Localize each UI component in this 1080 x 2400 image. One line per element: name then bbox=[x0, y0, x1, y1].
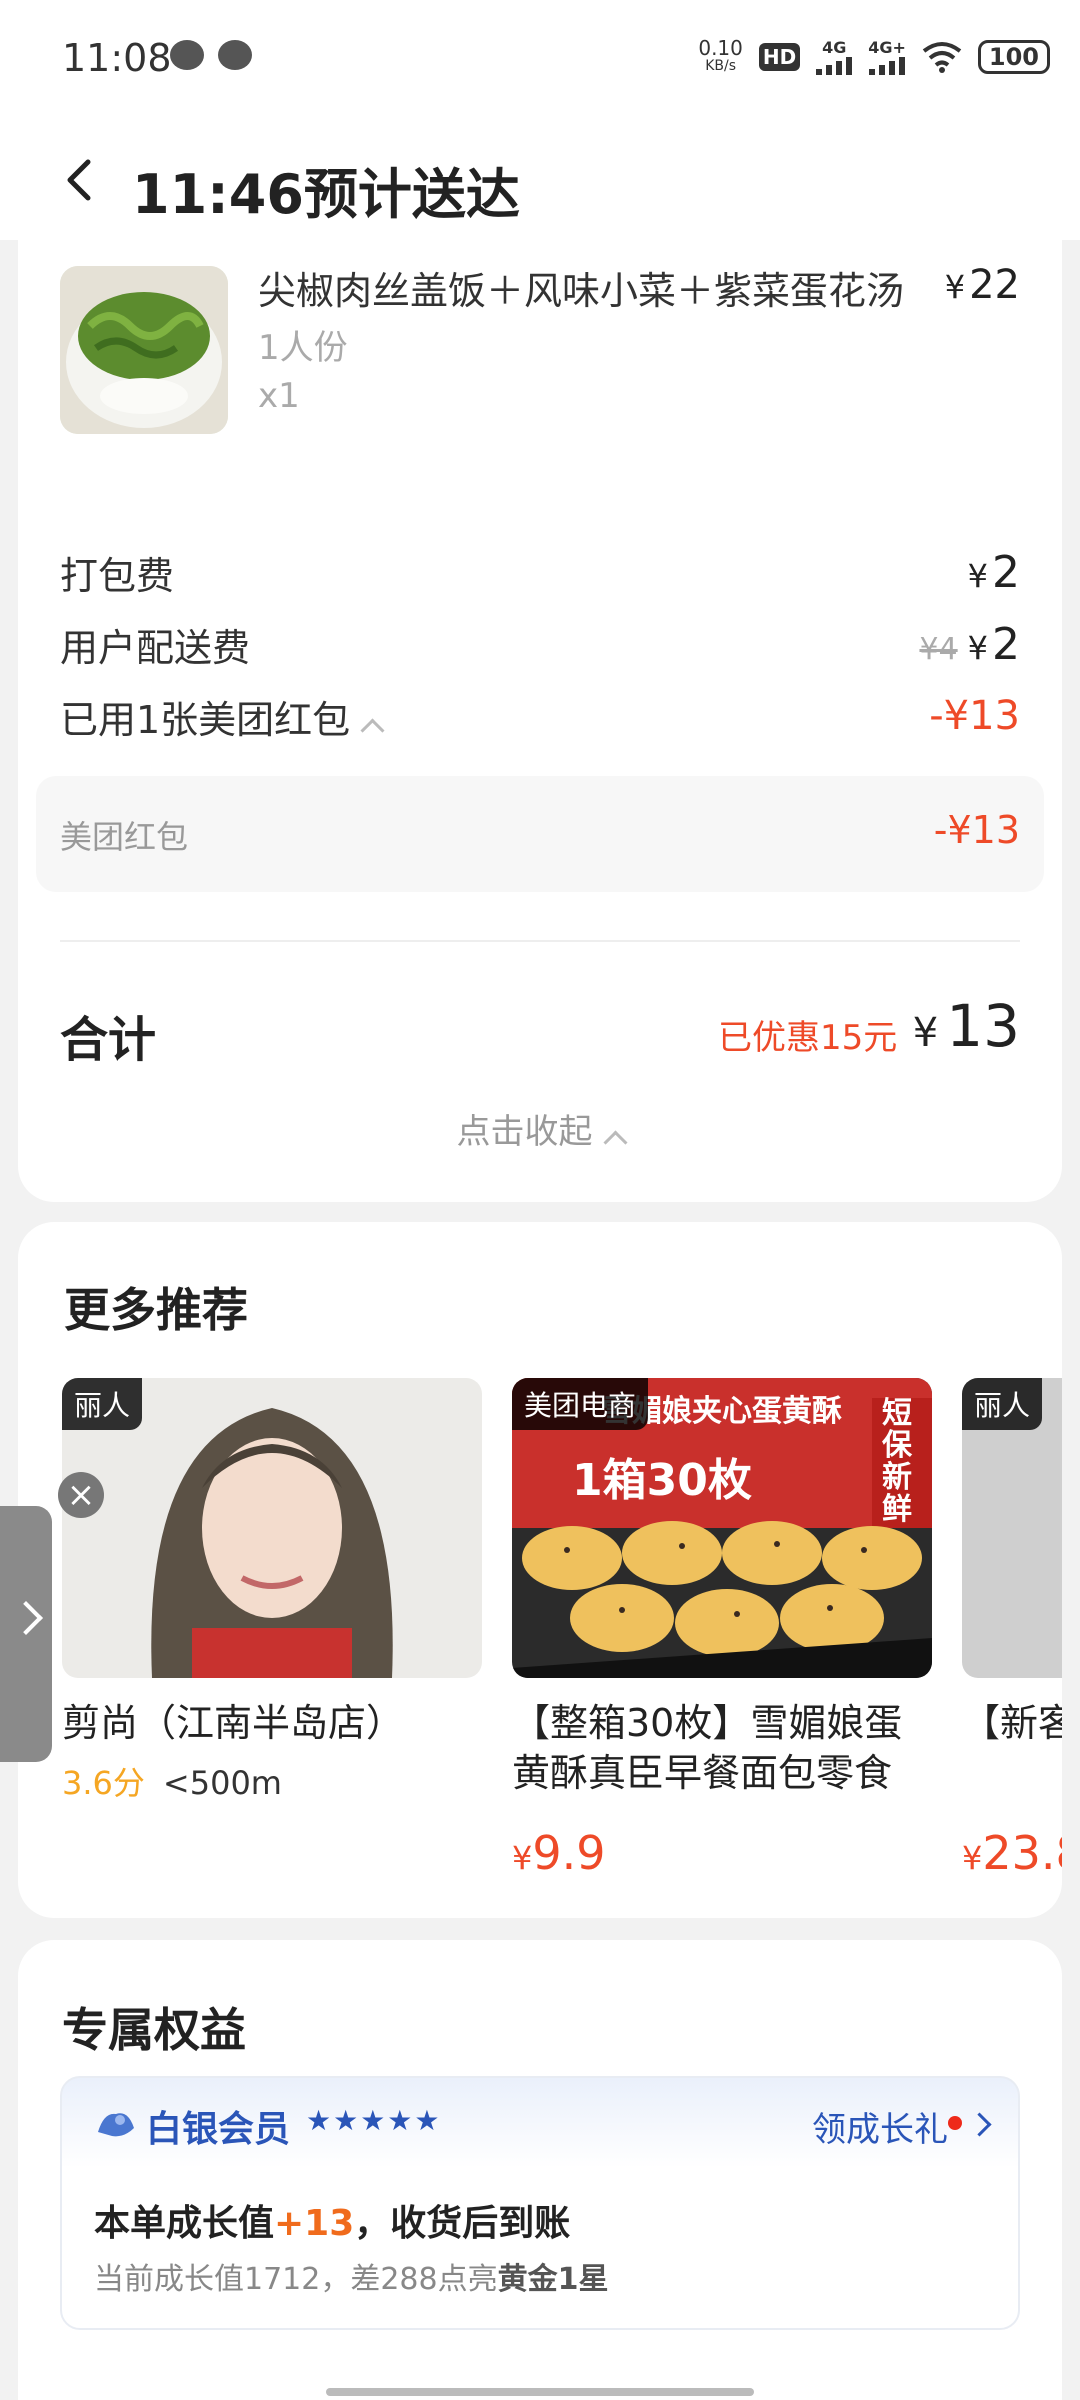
member-stars: ★★★★★ bbox=[306, 2104, 442, 2137]
back-arrow-icon bbox=[67, 159, 91, 201]
packing-fee-value: ¥2 bbox=[967, 546, 1020, 598]
dish-spec: 1人份 bbox=[258, 328, 348, 368]
banner-line2: 1箱30枚 bbox=[572, 1455, 752, 1506]
dish-quantity: x1 bbox=[258, 376, 300, 416]
signal-4g-plus-icon: 4G+ bbox=[868, 38, 906, 75]
growth-info: 本单成长值+13，收货后到账 bbox=[94, 2203, 571, 2244]
packing-fee-label: 打包费 bbox=[60, 553, 175, 598]
benefits-card: 专属权益 白银会员 ★★★★★ 领成长礼 本单成长值+13，收货后到账 当前成长… bbox=[18, 1940, 1062, 2400]
order-detail-card: 尖椒肉丝盖饭＋风味小菜＋紫菜蛋花汤 ¥22 1人份 x1 打包费 ¥2 用户配送… bbox=[18, 240, 1062, 1202]
shop-score: 3.6分 bbox=[62, 1764, 145, 1802]
dish-photo bbox=[60, 266, 228, 434]
recommend-title: 更多推荐 bbox=[64, 1283, 248, 1337]
chevron-up-icon bbox=[602, 1130, 628, 1155]
divider bbox=[60, 940, 1020, 942]
recommend-tag: 丽人 bbox=[62, 1378, 143, 1430]
chevron-right-icon bbox=[967, 2112, 992, 2137]
shop-distance: <500m bbox=[162, 1764, 282, 1802]
recommend-tag: 美团电商 bbox=[512, 1378, 649, 1430]
packing-fee-row: 打包费 ¥2 bbox=[60, 542, 1020, 602]
recommend-card: 更多推荐 丽人 剪尚（江南半岛店） 3.6分 <500m 雪媚娘夹心蛋黄酥 1箱… bbox=[18, 1222, 1062, 1918]
total-discount: 已优惠15元 bbox=[718, 1018, 898, 1058]
message-icon bbox=[218, 40, 252, 70]
recommend-item[interactable]: 雪媚娘夹心蛋黄酥 1箱30枚 短保新鲜 美团电商 【整箱30枚】雪媚娘蛋黄酥真臣… bbox=[512, 1378, 932, 1880]
side-drawer-tab[interactable] bbox=[0, 1506, 52, 1762]
page-header: 11:46预计送达 bbox=[0, 118, 1080, 240]
delivery-fee-label: 用户配送费 bbox=[60, 625, 251, 670]
status-time: 11:08 bbox=[62, 36, 172, 80]
member-box[interactable]: 白银会员 ★★★★★ 领成长礼 本单成长值+13，收货后到账 当前成长值1712… bbox=[60, 2076, 1020, 2330]
coupon-detail-box: 美团红包 -¥13 bbox=[36, 776, 1044, 892]
net-speed: 0.10 KB/s bbox=[698, 35, 743, 74]
growth-progress: 当前成长值1712，差288点亮黄金1星 bbox=[94, 2262, 609, 2297]
recommend-image: 雪媚娘夹心蛋黄酥 1箱30枚 短保新鲜 美团电商 bbox=[512, 1378, 932, 1678]
coupon-row[interactable]: 已用1张美团红包 -¥13 bbox=[60, 686, 1020, 746]
delivery-fee-value: ¥4 ¥2 bbox=[919, 618, 1020, 670]
recommend-price: ¥23.8 bbox=[962, 1826, 1062, 1880]
total-value: ¥13 bbox=[912, 992, 1020, 1060]
dish-price: ¥22 bbox=[944, 262, 1020, 308]
hd-icon: HD bbox=[758, 42, 801, 71]
chevron-right-icon bbox=[9, 1601, 43, 1635]
recommend-image: 丽人 bbox=[962, 1378, 1062, 1678]
delivery-fee-row: 用户配送费 ¥4 ¥2 bbox=[60, 614, 1020, 674]
wifi-icon bbox=[922, 41, 962, 73]
dish-name[interactable]: 尖椒肉丝盖饭＋风味小菜＋紫菜蛋花汤 bbox=[258, 260, 948, 315]
battery-icon: 100 bbox=[977, 39, 1050, 74]
page-title: 11:46预计送达 bbox=[132, 163, 520, 226]
home-indicator[interactable] bbox=[326, 2388, 754, 2396]
original-delivery-fee: ¥4 bbox=[919, 631, 958, 667]
collapse-button[interactable]: 点击收起 bbox=[18, 1104, 1062, 1155]
member-level: 白银会员 bbox=[146, 2109, 291, 2150]
recommend-item[interactable]: 丽人 剪尚（江南半岛店） 3.6分 <500m bbox=[62, 1378, 482, 1804]
notification-icons bbox=[170, 40, 252, 70]
member-badge-icon bbox=[98, 2113, 134, 2137]
recommend-tag: 丽人 bbox=[962, 1378, 1043, 1430]
close-icon[interactable]: × bbox=[58, 1472, 104, 1518]
coupon-detail-value: -¥13 bbox=[933, 808, 1020, 852]
back-button[interactable] bbox=[58, 158, 102, 202]
coupon-detail-label: 美团红包 bbox=[60, 818, 189, 856]
coupon-value: -¥13 bbox=[929, 693, 1020, 739]
total-label: 合计 bbox=[60, 1012, 157, 1068]
recommend-price: ¥9.9 bbox=[512, 1826, 606, 1880]
signal-4g-icon: 4G bbox=[816, 38, 853, 75]
chevron-up-icon bbox=[360, 717, 385, 743]
growth-gift-link[interactable]: 领成长礼 bbox=[812, 2102, 948, 2151]
coupon-label: 已用1张美团红包 bbox=[60, 689, 385, 744]
dish-image[interactable] bbox=[60, 266, 228, 434]
recommend-meta: 3.6分 <500m bbox=[62, 1758, 482, 1804]
banner-side-text: 短保新鲜 bbox=[882, 1396, 912, 1527]
status-indicators: 0.10 KB/s HD 4G 4G+ 100 bbox=[698, 38, 1050, 75]
status-bar: 11:08 0.10 KB/s HD 4G 4G+ 100 bbox=[0, 0, 1080, 118]
recommend-name: 剪尚（江南半岛店） bbox=[62, 1701, 405, 1745]
recommend-item[interactable]: 丽人 【新客】设计修剪 ¥23.8 bbox=[962, 1378, 1062, 1880]
benefits-title: 专属权益 bbox=[62, 2003, 246, 2057]
wechat-icon bbox=[170, 40, 204, 70]
recommend-name: 【整箱30枚】雪媚娘蛋黄酥真臣早餐面包零食 bbox=[512, 1701, 903, 1795]
notification-dot bbox=[948, 2116, 962, 2130]
recommend-name: 【新客】设计修剪 bbox=[962, 1701, 1062, 1745]
recommend-image: 丽人 bbox=[62, 1378, 482, 1678]
